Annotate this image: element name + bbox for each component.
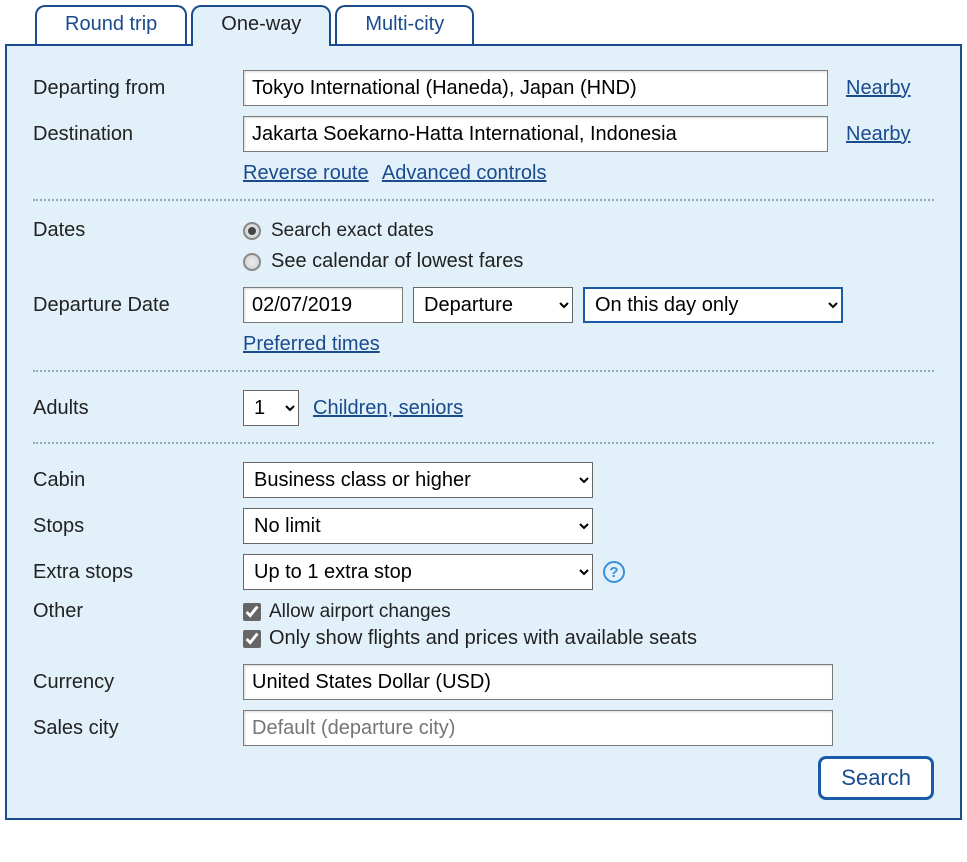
help-icon[interactable]: ? xyxy=(603,561,625,583)
currency-input[interactable] xyxy=(243,664,833,700)
preferred-times-link[interactable]: Preferred times xyxy=(243,333,380,355)
tab-multi-city[interactable]: Multi-city xyxy=(335,5,474,44)
destination-input[interactable] xyxy=(243,116,828,152)
children-seniors-link[interactable]: Children, seniors xyxy=(313,397,463,420)
other-label: Other xyxy=(33,600,243,623)
exact-dates-text: Search exact dates xyxy=(271,220,434,242)
departure-mode-select[interactable]: Departure xyxy=(413,287,573,323)
adults-label: Adults xyxy=(33,397,243,420)
departing-from-label: Departing from xyxy=(33,77,243,100)
dates-label: Dates xyxy=(33,219,243,242)
airport-changes-checkbox[interactable] xyxy=(243,603,261,621)
extra-stops-label: Extra stops xyxy=(33,561,243,584)
exact-dates-radio[interactable] xyxy=(243,222,261,240)
departure-date-input[interactable] xyxy=(243,287,403,323)
destination-label: Destination xyxy=(33,123,243,146)
sales-city-input[interactable] xyxy=(243,710,833,746)
airport-changes-text: Allow airport changes xyxy=(269,601,451,623)
currency-label: Currency xyxy=(33,671,243,694)
divider xyxy=(33,199,934,201)
tab-round-trip[interactable]: Round trip xyxy=(35,5,187,44)
departing-from-input[interactable] xyxy=(243,70,828,106)
departure-date-label: Departure Date xyxy=(33,294,243,317)
adults-select[interactable]: 1 xyxy=(243,390,299,426)
reverse-route-link[interactable]: Reverse route xyxy=(243,162,369,184)
available-seats-checkbox[interactable] xyxy=(243,630,261,648)
tab-one-way[interactable]: One-way xyxy=(191,5,331,46)
stops-select[interactable]: No limit xyxy=(243,508,593,544)
date-flex-select[interactable]: On this day only xyxy=(583,287,843,323)
cabin-select[interactable]: Business class or higher xyxy=(243,462,593,498)
search-button[interactable]: Search xyxy=(818,756,934,800)
extra-stops-select[interactable]: Up to 1 extra stop xyxy=(243,554,593,590)
divider xyxy=(33,442,934,444)
trip-type-tabs: Round trip One-way Multi-city xyxy=(5,5,962,44)
nearby-to-link[interactable]: Nearby xyxy=(846,123,910,146)
nearby-from-link[interactable]: Nearby xyxy=(846,77,910,100)
stops-label: Stops xyxy=(33,515,243,538)
sales-city-label: Sales city xyxy=(33,717,243,740)
calendar-fares-radio[interactable] xyxy=(243,253,261,271)
divider xyxy=(33,370,934,372)
available-seats-text: Only show flights and prices with availa… xyxy=(269,627,697,650)
search-panel: Departing from Nearby Destination Nearby… xyxy=(5,44,962,820)
calendar-fares-text: See calendar of lowest fares xyxy=(271,250,523,273)
advanced-controls-link[interactable]: Advanced controls xyxy=(382,162,547,184)
cabin-label: Cabin xyxy=(33,469,243,492)
